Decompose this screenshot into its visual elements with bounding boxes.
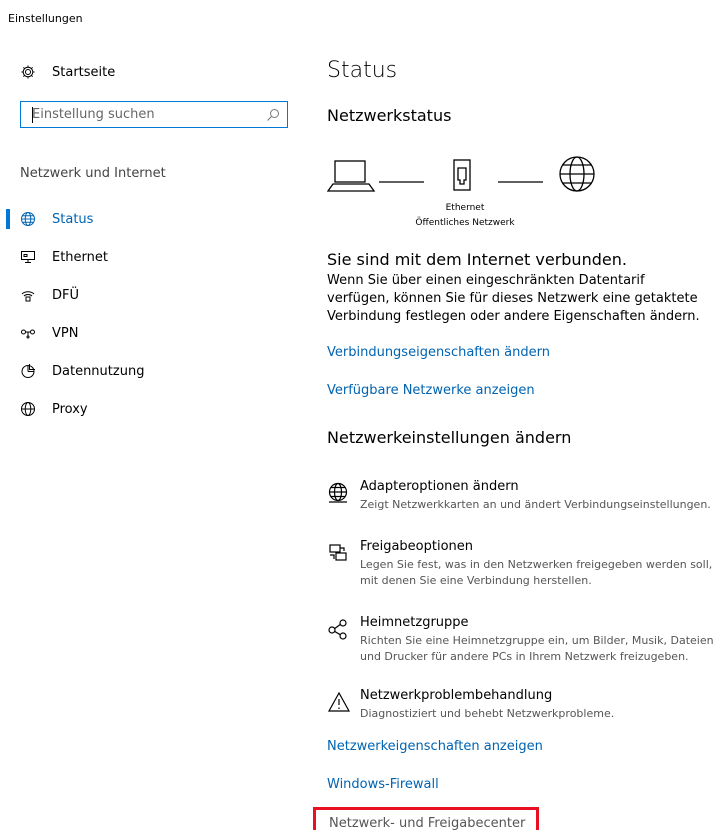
vpn-icon: [20, 325, 40, 341]
sidebar-item-label: DFÜ: [52, 287, 80, 303]
sidebar-item-ethernet[interactable]: Ethernet: [0, 238, 300, 276]
sharing-center-link[interactable]: Netzwerk- und Freigabecenter: [329, 816, 525, 830]
sidebar-item-data-usage[interactable]: Datennutzung: [0, 352, 300, 390]
laptop-icon: [326, 160, 376, 192]
sidebar-item-label: Proxy: [52, 401, 88, 417]
sidebar-item-vpn[interactable]: VPN: [0, 314, 300, 352]
connection-description: Wenn Sie über einen eingeschränkten Date…: [327, 273, 700, 324]
option-description: Zeigt Netzwerkkarten an und ändert Verbi…: [360, 498, 711, 511]
option-description: Diagnostiziert und behebt Netzwerkproble…: [360, 707, 615, 720]
globe-icon: [20, 211, 40, 227]
connection-status: Sie sind mit dem Internet verbunden.: [327, 250, 627, 269]
option-description: Legen Sie fest, was in den Netzwerken fr…: [360, 558, 713, 587]
ethernet-port-icon: [453, 159, 471, 191]
search-input[interactable]: [21, 102, 246, 127]
connection-properties-link[interactable]: Verbindungseigenschaften ändern: [327, 345, 550, 360]
internet-globe-icon: [559, 156, 595, 192]
network-properties-link[interactable]: Netzwerkeigenschaften anzeigen: [327, 739, 543, 754]
dialup-icon: [20, 287, 40, 303]
page-title: Status: [327, 58, 398, 83]
window-title: Einstellungen: [8, 12, 83, 25]
warning-icon: [327, 690, 351, 714]
search-icon[interactable]: [266, 107, 280, 126]
sidebar-item-label: Status: [52, 211, 94, 227]
globe-icon: [20, 401, 40, 417]
ethernet-icon: [20, 249, 40, 265]
firewall-link[interactable]: Windows-Firewall: [327, 777, 439, 792]
gear-icon: [20, 64, 40, 80]
section-label: Netzwerk und Internet: [20, 166, 166, 181]
sidebar-item-dialup[interactable]: DFÜ: [0, 276, 300, 314]
network-status-heading: Netzwerkstatus: [327, 106, 452, 125]
option-title: Netzwerkproblembehandlung: [360, 688, 553, 703]
option-title: Heimnetzgruppe: [360, 615, 469, 630]
text-caret: [32, 107, 33, 123]
settings-window: Einstellungen Startseite Netzwerk und In…: [0, 0, 728, 830]
change-settings-heading: Netzwerkeinstellungen ändern: [327, 428, 572, 447]
available-networks-link[interactable]: Verfügbare Netzwerke anzeigen: [327, 383, 535, 398]
network-label: Öffentliches Netzwerk: [415, 218, 515, 228]
option-title: Freigabeoptionen: [360, 539, 474, 554]
sidebar-item-label: Ethernet: [52, 249, 108, 265]
sidebar-item-status[interactable]: Status: [0, 200, 300, 238]
sidebar-item-label: Datennutzung: [52, 363, 145, 379]
homegroup-icon: [327, 617, 351, 641]
home-button[interactable]: Startseite: [20, 62, 115, 82]
adapter-label: Ethernet: [445, 203, 485, 213]
home-label: Startseite: [52, 64, 116, 80]
sharing-center-highlight: Netzwerk- und Freigabecenter: [313, 807, 539, 830]
adapter-globe-icon: [327, 481, 351, 505]
search-box[interactable]: [20, 101, 288, 128]
option-title: Adapteroptionen ändern: [360, 479, 519, 494]
data-usage-icon: [20, 363, 40, 379]
sidebar-nav: Status Ethernet DFÜ VPN Datennutzung Pro…: [0, 200, 300, 428]
option-description: Richten Sie eine Heimnetzgruppe ein, um …: [360, 634, 714, 663]
sidebar-item-label: VPN: [52, 325, 79, 341]
sharing-icon: [327, 541, 351, 565]
sidebar-item-proxy[interactable]: Proxy: [0, 390, 300, 428]
network-diagram: [326, 152, 607, 206]
